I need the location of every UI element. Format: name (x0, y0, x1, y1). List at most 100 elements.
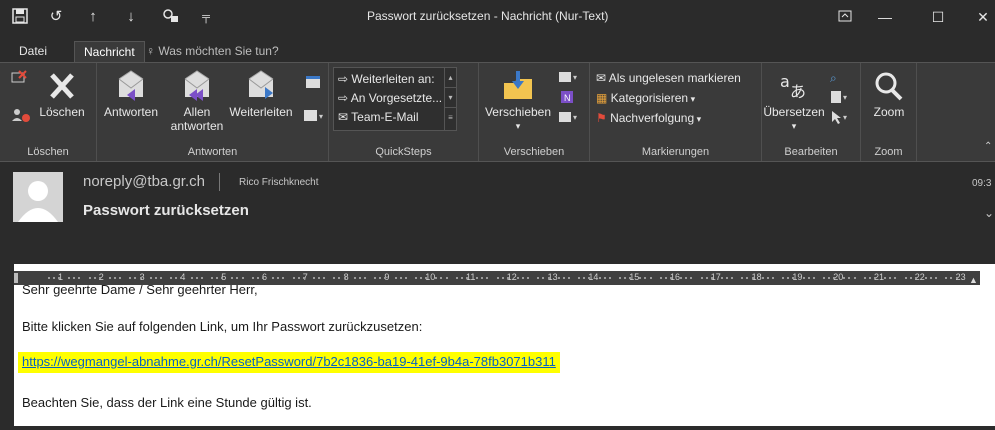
more-responses-icon[interactable]: ▾ (303, 107, 325, 125)
ruler-tick (399, 277, 402, 279)
quickstep-forward-to[interactable]: ⇨ Weiterleiten an: (338, 70, 435, 88)
ruler-tick (603, 277, 606, 279)
ruler-tick (578, 277, 581, 279)
ruler-tick (822, 277, 825, 279)
tab-nachricht[interactable]: Nachricht (74, 41, 145, 62)
find-icon[interactable]: ⌕ (830, 69, 837, 87)
quickstep-to-manager[interactable]: ⇨ An Vorgesetzte... (338, 89, 442, 107)
translate-button[interactable]: aあ Übersetzen ▾ (762, 69, 826, 133)
quickstep-team-email[interactable]: ✉ Team-E-Mail (338, 108, 419, 126)
categorize-button[interactable]: ▦ Kategorisieren ▾ (596, 89, 695, 107)
reply-button[interactable]: Antworten (99, 69, 163, 119)
tell-me-search[interactable]: ♀ Was möchten Sie tun? (146, 44, 279, 58)
ruler-tick (843, 277, 846, 279)
reply-all-button[interactable]: Allen antworten (167, 69, 227, 133)
ruler-tick (129, 277, 132, 279)
group-label-zoom: Zoom (874, 146, 903, 158)
forward-button[interactable]: Weiterleiten (223, 69, 299, 119)
ruler[interactable]: 1 2 3 4 5 6 7 8 9 10 11 12 13 14 15 16 17 18 19 20 21 22 23 ▲ (14, 271, 980, 285)
scroll-up-icon[interactable]: ▴ (445, 68, 456, 88)
mark-unread-button[interactable]: ✉ Als ungelesen markieren (596, 69, 741, 87)
ruler-tick (705, 277, 708, 279)
ruler-tick (93, 277, 96, 279)
save-icon[interactable] (10, 8, 30, 26)
group-zoom: Zoom Zoom (861, 63, 917, 161)
recipient-name[interactable]: Rico Frischknecht (239, 177, 318, 188)
ruler-tick (950, 277, 953, 279)
collapse-ribbon-icon[interactable]: ⌃ (984, 141, 992, 152)
move-dropdown-icon: ▾ (515, 121, 521, 131)
quick-access-icon[interactable] (160, 8, 180, 26)
maximize-icon[interactable]: ☐ (923, 6, 953, 28)
ruler-tick (379, 277, 382, 279)
rules-icon[interactable]: ▾ (557, 69, 581, 87)
ruler-tick (170, 277, 173, 279)
ruler-tick (527, 277, 530, 279)
scroll-down-icon[interactable]: ▾ (445, 88, 456, 108)
reset-password-link[interactable]: https://wegmangel-abnahme.gr.ch/ResetPas… (18, 352, 560, 373)
ruler-tick (353, 277, 356, 279)
expand-gallery-icon[interactable]: ≡ (445, 108, 456, 128)
up-arrow-icon[interactable]: ↑ (83, 8, 103, 26)
ruler-tick (680, 277, 683, 279)
meeting-icon[interactable] (305, 73, 321, 91)
ruler-tick (669, 277, 672, 279)
ruler-indent-marker-icon[interactable]: ▲ (969, 275, 978, 285)
ribbon: Löschen Löschen Antworten Allen antworte… (0, 62, 995, 162)
ruler-tick (639, 277, 642, 279)
ruler-tick (598, 277, 601, 279)
ruler-tick (685, 277, 688, 279)
followup-button[interactable]: ⚑ Nachverfolgung ▾ (596, 109, 701, 127)
ignore-icon[interactable] (10, 69, 28, 87)
group-quicksteps: ⇨ Weiterleiten an: ⇨ An Vorgesetzte... ✉… (329, 63, 479, 161)
ruler-tick (720, 277, 723, 279)
body-instruction: Bitte klicken Sie auf folgenden Link, um… (22, 319, 423, 334)
ruler-tick (88, 277, 91, 279)
ruler-tick (190, 277, 193, 279)
ruler-tick (930, 277, 932, 279)
ruler-tick (465, 277, 468, 279)
tab-datei[interactable]: Datei (10, 41, 56, 62)
svg-text:▾: ▾ (843, 93, 847, 102)
message-body[interactable]: Sehr geehrte Dame / Sehr geehrter Herr, … (14, 264, 995, 426)
ruler-tick (726, 277, 728, 279)
zoom-button[interactable]: Zoom (865, 69, 913, 119)
ruler-tick (241, 277, 244, 279)
quicksteps-scrollbar[interactable]: ▴ ▾ ≡ (444, 68, 456, 130)
minimize-icon[interactable]: — (870, 6, 900, 28)
sender-address[interactable]: noreply@tba.gr.ch (83, 173, 205, 190)
title-bar: ↺ ↑ ↓ ╤ Passwort zurücksetzen - Nachrich… (0, 0, 995, 34)
ruler-tick (68, 277, 71, 279)
ruler-tick (710, 277, 713, 279)
customize-icon[interactable]: ╤ (196, 8, 216, 26)
delete-button[interactable]: Löschen (30, 69, 94, 119)
forward-label: Weiterleiten (229, 105, 293, 119)
ruler-tick (236, 277, 239, 279)
select-icon[interactable]: ▾ (828, 109, 852, 127)
expand-header-chevron-icon[interactable]: ⌄ (984, 206, 994, 220)
delete-x-icon (44, 69, 80, 103)
actions-icon[interactable]: ▾ (557, 109, 581, 127)
ruler-tick (481, 277, 484, 279)
ruler-tick (690, 277, 693, 279)
flag-icon: ⚑ (596, 111, 611, 125)
close-icon[interactable]: ✕ (968, 6, 995, 28)
onenote-icon[interactable]: N (559, 89, 575, 107)
undo-icon[interactable]: ↺ (46, 8, 66, 26)
move-button[interactable]: Verschieben ▾ (483, 69, 553, 133)
ruler-tick (863, 277, 866, 279)
down-arrow-icon[interactable]: ↓ (121, 8, 141, 26)
ribbon-display-icon[interactable] (830, 6, 860, 28)
ruler-tick (787, 277, 790, 279)
ruler-tick (761, 277, 764, 279)
ruler-tick (782, 277, 785, 279)
junk-icon[interactable] (10, 107, 32, 125)
ruler-tick (659, 277, 662, 279)
ruler-tick (200, 277, 203, 279)
related-icon[interactable]: ▾ (828, 89, 852, 107)
ruler-tick (420, 277, 422, 279)
ruler-left-margin[interactable] (14, 273, 18, 283)
ruler-tick (445, 277, 448, 279)
ruler-tick (542, 277, 545, 279)
zoom-label: Zoom (873, 105, 905, 119)
